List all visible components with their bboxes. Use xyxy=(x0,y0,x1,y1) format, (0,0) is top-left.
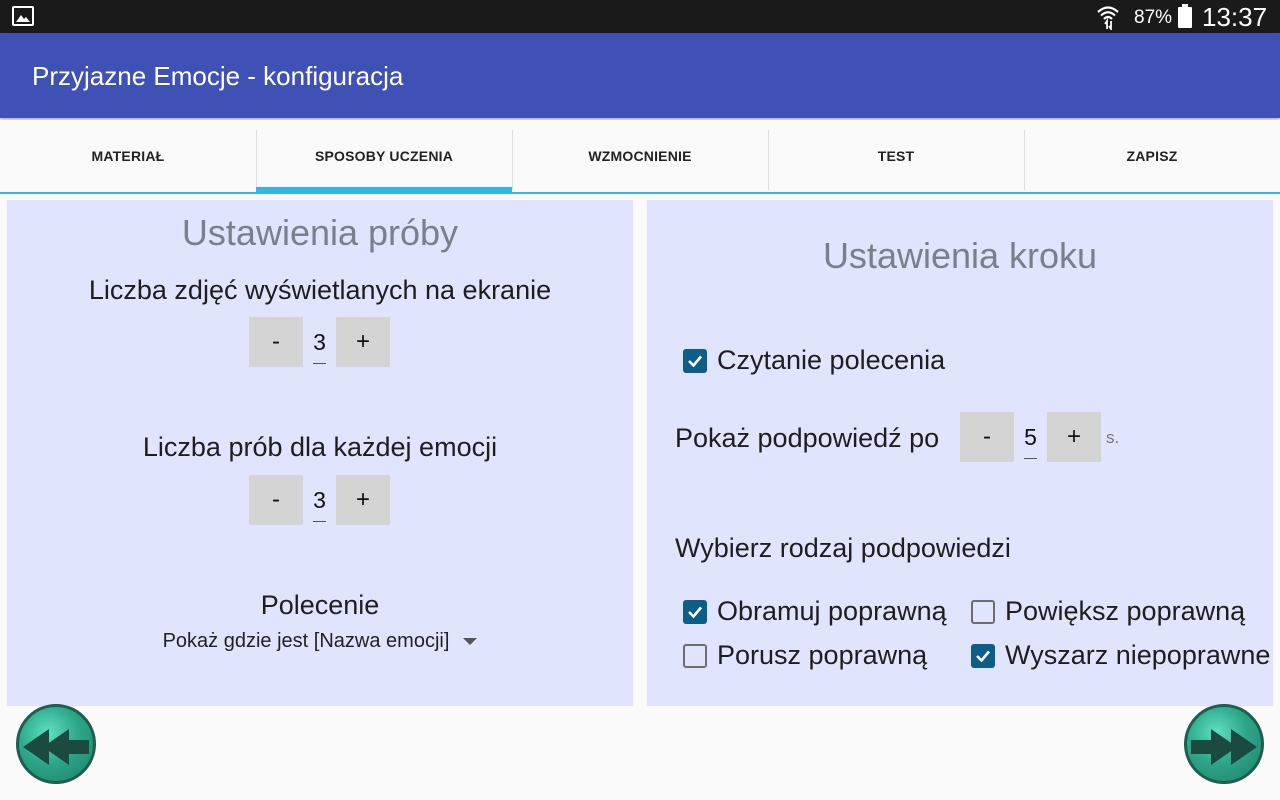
hint-delay-decrement-button[interactable]: - xyxy=(960,412,1014,462)
checkbox-unchecked-icon xyxy=(683,643,707,668)
read-command-label: Czytanie polecenia xyxy=(717,345,946,375)
battery-icon xyxy=(1178,4,1192,28)
fast-forward-icon xyxy=(1191,729,1257,765)
photos-count-stepper: - 3 + xyxy=(249,317,390,367)
photos-count-label: Liczba zdjęć wyświetlanych na ekranie xyxy=(88,275,552,305)
tab-reinforcement[interactable]: WZMOCNIENIE xyxy=(512,120,768,192)
trials-count-label: Liczba prób dla każdej emocji xyxy=(142,432,498,462)
hint-option-label: Porusz poprawną xyxy=(717,640,928,670)
trials-decrement-button[interactable]: - xyxy=(249,475,303,525)
wifi-icon xyxy=(1096,4,1120,35)
hint-option-enlarge-checkbox[interactable]: Powiększ poprawną xyxy=(971,596,1245,627)
gallery-icon xyxy=(12,6,34,26)
step-settings-panel: Ustawienia kroku Czytanie polecenia Poka… xyxy=(647,200,1273,706)
trial-settings-panel: Ustawienia próby Liczba zdjęć wyświetlan… xyxy=(7,200,633,706)
tab-bar: MATERIAŁ SPOSOBY UCZENIA WZMOCNIENIE TES… xyxy=(0,120,1280,194)
tab-test[interactable]: TEST xyxy=(768,120,1024,192)
command-dropdown[interactable]: Pokaż gdzie jest [Nazwa emocji] xyxy=(7,630,633,653)
app-title: Przyjazne Emocje - konfiguracja xyxy=(32,61,404,91)
command-dropdown-value: Pokaż gdzie jest [Nazwa emocji] xyxy=(162,630,450,652)
hint-option-move-checkbox[interactable]: Porusz poprawną xyxy=(683,640,927,671)
trials-increment-button[interactable]: + xyxy=(336,475,390,525)
checkbox-checked-icon xyxy=(971,643,995,668)
trial-settings-heading: Ustawienia próby xyxy=(181,212,459,253)
rewind-icon xyxy=(23,729,89,765)
checkbox-checked-icon xyxy=(683,599,707,624)
photos-decrement-button[interactable]: - xyxy=(249,317,303,367)
hint-type-label: Wybierz rodzaj podpowiedzi xyxy=(675,533,1011,563)
hint-delay-label: Pokaż podpowiedź po xyxy=(675,423,940,453)
app-bar: Przyjazne Emocje - konfiguracja xyxy=(0,33,1280,118)
hint-option-frame-checkbox[interactable]: Obramuj poprawną xyxy=(683,596,947,627)
hint-delay-value[interactable]: 5 xyxy=(1014,412,1047,462)
checkbox-unchecked-icon xyxy=(971,599,995,624)
hint-delay-unit: s. xyxy=(1106,428,1120,447)
next-button[interactable] xyxy=(1184,704,1264,784)
photos-count-value[interactable]: 3 xyxy=(303,317,336,367)
command-label: Polecenie xyxy=(260,590,380,620)
trials-count-stepper: - 3 + xyxy=(249,475,390,525)
clock: 13:37 xyxy=(1202,2,1268,32)
hint-option-grayout-checkbox[interactable]: Wyszarz niepoprawne xyxy=(971,640,1270,671)
read-command-checkbox[interactable]: Czytanie polecenia xyxy=(683,345,945,376)
hint-delay-stepper: - 5 + xyxy=(960,412,1101,462)
tab-material[interactable]: MATERIAŁ xyxy=(0,120,256,192)
hint-option-label: Powiększ poprawną xyxy=(1005,596,1246,626)
trials-count-value[interactable]: 3 xyxy=(303,475,336,525)
step-settings-heading: Ustawienia kroku xyxy=(822,235,1098,276)
hint-option-label: Wyszarz niepoprawne xyxy=(1005,640,1271,670)
dropdown-arrow-icon xyxy=(463,638,478,646)
battery-level: 87% xyxy=(1134,7,1173,28)
status-bar: 87% 13:37 xyxy=(0,0,1280,33)
tab-save[interactable]: ZAPISZ xyxy=(1024,120,1280,192)
hint-delay-increment-button[interactable]: + xyxy=(1047,412,1101,462)
tab-learning-methods[interactable]: SPOSOBY UCZENIA xyxy=(256,120,512,194)
back-button[interactable] xyxy=(16,704,96,784)
hint-option-label: Obramuj poprawną xyxy=(717,596,947,626)
checkbox-checked-icon xyxy=(683,348,707,373)
photos-increment-button[interactable]: + xyxy=(336,317,390,367)
